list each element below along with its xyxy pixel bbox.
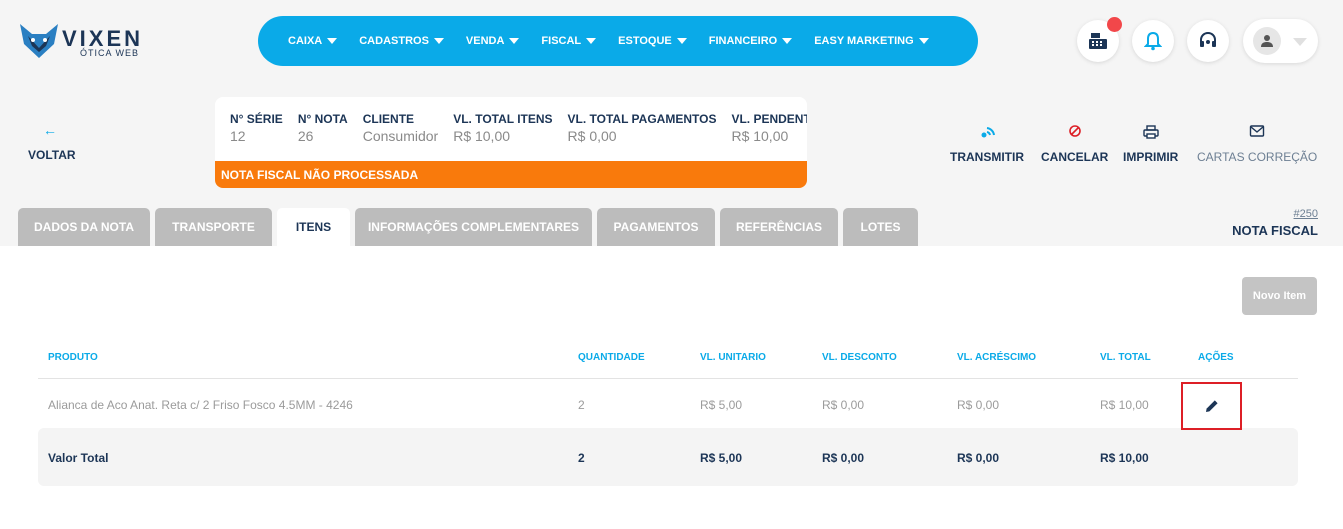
pencil-icon (1205, 400, 1218, 412)
total-desconto: R$ 0,00 (822, 451, 865, 465)
cell-total: R$ 10,00 (1100, 398, 1149, 412)
total-valor: R$ 10,00 (1100, 451, 1149, 465)
brand-subtitle: ÓTICA WEB (80, 48, 140, 58)
divider (38, 378, 1298, 379)
summary-serie: N° SÉRIE 12 (230, 112, 283, 144)
tab-dados-da-nota[interactable]: DADOS DA NOTA (18, 208, 150, 246)
caret-down-icon (327, 38, 338, 44)
cash-register-button[interactable] (1077, 17, 1122, 62)
total-unitario: R$ 5,00 (700, 451, 743, 465)
cell-quantidade: 2 (578, 398, 585, 412)
logo[interactable]: VIXEN ÓTICA WEB (18, 22, 168, 62)
back-button[interactable]: ← VOLTAR (28, 122, 78, 162)
tab-referencias[interactable]: REFERÊNCIAS (720, 208, 838, 246)
notification-dot (1107, 17, 1122, 32)
invoice-summary: N° SÉRIE 12 N° NOTA 26 CLIENTE Consumido… (215, 97, 807, 188)
column-header: PRODUTO (48, 352, 98, 363)
headset-icon (1200, 31, 1216, 47)
column-header: QUANTIDADE (578, 352, 645, 363)
total-label: Valor Total (48, 451, 109, 465)
user-icon (1261, 35, 1273, 47)
tab-transporte[interactable]: TRANSPORTE (155, 208, 272, 246)
tab-itens[interactable]: ITENS (277, 208, 350, 246)
chevron-down-icon (1293, 38, 1307, 46)
cell-acrescimo: R$ 0,00 (957, 398, 1000, 412)
fox-logo-icon (20, 24, 58, 58)
column-header: VL. ACRÉSCIMO (957, 352, 1037, 363)
caret-down-icon (509, 38, 520, 44)
printer-icon (1142, 125, 1159, 139)
cancel-button[interactable]: CANCELAR (1041, 124, 1108, 164)
summary-total-pagamentos: VL. TOTAL PAGAMENTOS R$ 0,00 (567, 112, 717, 144)
ban-icon (1068, 125, 1081, 137)
nav-venda[interactable]: VENDA (466, 35, 520, 47)
correction-letters-button[interactable]: CARTAS CORREÇÃO (1197, 124, 1317, 164)
caret-down-icon (433, 38, 444, 44)
cell-produto: Alianca de Aco Anat. Reta c/ 2 Friso Fos… (48, 398, 353, 412)
nav-fiscal[interactable]: FISCAL (541, 35, 597, 47)
caret-down-icon (918, 38, 929, 44)
avatar (1253, 27, 1281, 55)
column-header: VL. UNITARIO (700, 352, 766, 363)
nav-estoque[interactable]: ESTOQUE (618, 35, 687, 47)
edit-item-button[interactable] (1181, 382, 1242, 430)
page-title: NOTA FISCAL (1232, 223, 1318, 238)
summary-nota: N° NOTA 26 (297, 112, 348, 144)
back-label: VOLTAR (28, 148, 76, 162)
summary-pendente: VL. PENDENTE R$ 10,00 (731, 112, 807, 144)
user-menu[interactable] (1243, 19, 1318, 63)
column-header: VL. TOTAL (1100, 352, 1151, 363)
support-button[interactable] (1187, 20, 1229, 62)
cell-unitario: R$ 5,00 (700, 398, 743, 412)
nav-cadastros[interactable]: CADASTROS (359, 35, 444, 47)
arrow-left-icon: ← (43, 122, 57, 138)
nav-easy-marketing[interactable]: EASY MARKETING (814, 35, 929, 47)
nav-financeiro[interactable]: FINANCEIRO (709, 35, 793, 47)
total-quantidade: 2 (578, 451, 585, 465)
caret-down-icon (676, 38, 687, 44)
caret-down-icon (586, 38, 597, 44)
total-acrescimo: R$ 0,00 (957, 451, 1000, 465)
print-button[interactable]: IMPRIMIR (1123, 124, 1178, 164)
transmit-icon (981, 127, 995, 138)
status-badge: NOTA FISCAL NÃO PROCESSADA (215, 161, 807, 188)
column-header: AÇÕES (1198, 352, 1234, 363)
caret-down-icon (782, 38, 793, 44)
items-panel: Novo Item PRODUTO QUANTIDADE VL. UNITARI… (0, 246, 1343, 529)
bell-icon (1144, 31, 1162, 51)
summary-cliente: CLIENTE Consumidor (362, 112, 439, 144)
cash-register-icon (1089, 33, 1107, 49)
nav-caixa[interactable]: CAIXA (288, 35, 338, 47)
cell-desconto: R$ 0,00 (822, 398, 865, 412)
tab-informacoes-complementares[interactable]: INFORMAÇÕES COMPLEMENTARES (355, 208, 592, 246)
main-nav: CAIXA CADASTROS VENDA FISCAL ESTOQUE FIN… (258, 16, 978, 66)
summary-total-itens: VL. TOTAL ITENS R$ 10,00 (453, 112, 553, 144)
document-number[interactable]: #250 (1294, 208, 1318, 220)
envelope-icon (1249, 125, 1265, 137)
transmit-button[interactable]: TRANSMITIR (950, 124, 1024, 164)
notifications-button[interactable] (1132, 20, 1174, 62)
tab-lotes[interactable]: LOTES (843, 208, 918, 246)
tab-pagamentos[interactable]: PAGAMENTOS (597, 208, 715, 246)
new-item-button[interactable]: Novo Item (1242, 277, 1317, 315)
column-header: VL. DESCONTO (822, 352, 897, 363)
